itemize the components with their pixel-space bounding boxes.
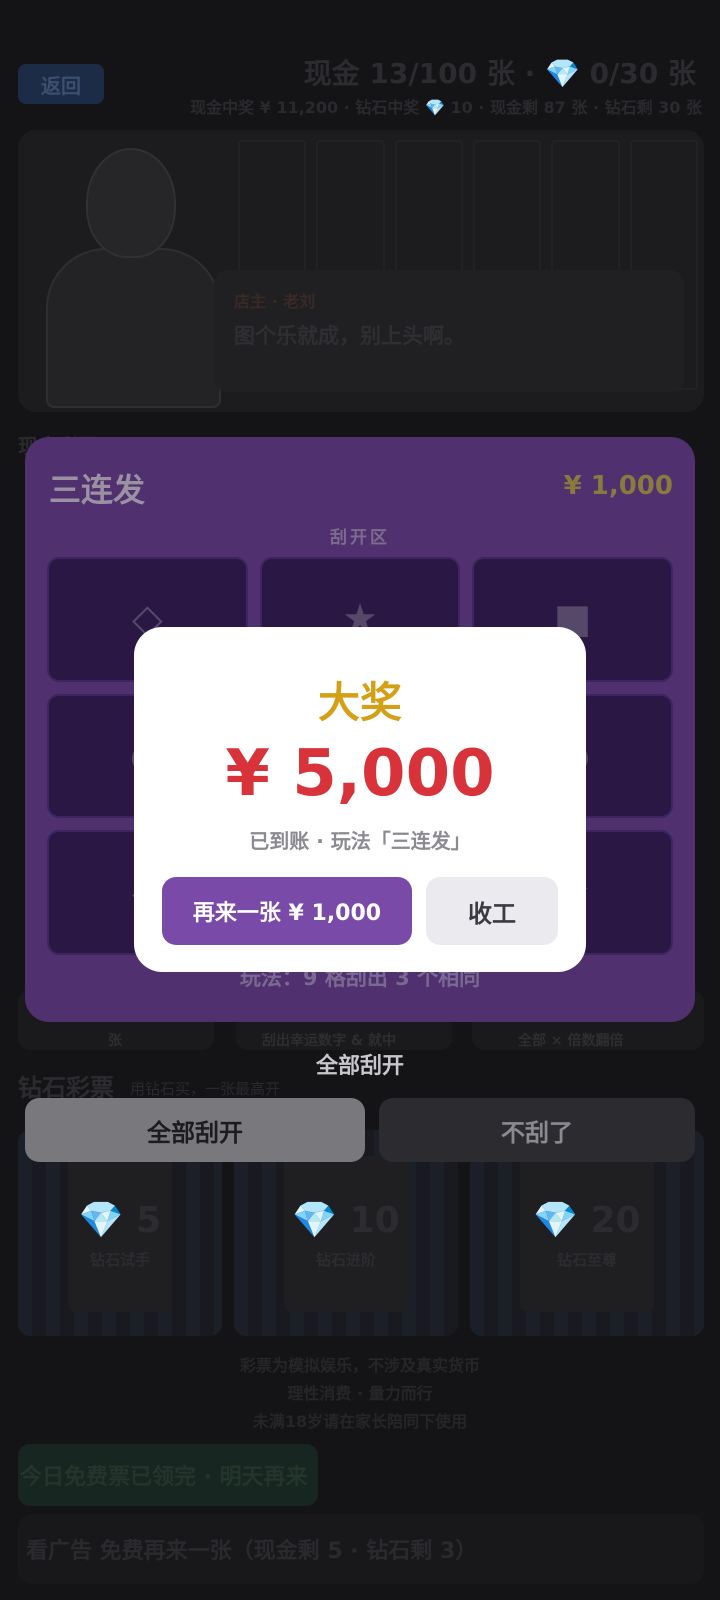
diamond-card-price: 💎 10 xyxy=(292,1199,400,1241)
shopkeeper-speech-bubble: 店主 · 老刘 图个乐就成，别上头啊。 xyxy=(214,270,684,392)
diamond-card-name: 钻石进阶 xyxy=(315,1250,376,1269)
watch-ad-button[interactable]: 看广告 免费再来一张（现金剩 5 · 钻石剩 3） xyxy=(18,1514,704,1584)
buy-again-button[interactable]: 再来一张 ¥ 1,000 xyxy=(162,877,412,945)
diamond-card-price: 💎 20 xyxy=(533,1199,641,1241)
scratch-all-caption: 全部刮开 xyxy=(315,1054,404,1079)
scratch-game-name: 三连发 xyxy=(49,471,146,509)
disclaimer-line-1: 彩票为模拟娱乐，不涉及真实货币 xyxy=(239,1356,480,1375)
quit-button[interactable]: 收工 xyxy=(426,877,558,945)
diamond-section-sub: 用钻石买，一张最高开 xyxy=(130,1080,281,1098)
prize-note: 已到账 · 玩法「三连发」 xyxy=(249,829,471,853)
prize-dialog: 大奖 ¥ 5,000 已到账 · 玩法「三连发」 再来一张 ¥ 1,000 收工 xyxy=(134,627,586,972)
free-ticket-status: 今日免费票已领完 · 明天再来 xyxy=(18,1444,318,1506)
ticket-count-title: 现金 13/100 张 · 💎 0/30 张 xyxy=(303,57,696,90)
diamond-card-name: 钻石至尊 xyxy=(556,1250,617,1269)
shop-hero-banner: 店主 · 老刘 图个乐就成，别上头啊。 xyxy=(18,130,704,412)
scratch-all-button[interactable]: 全部刮开 xyxy=(25,1098,365,1162)
ticket-stats-line: 现金中奖 ¥ 11,200 · 钻石中奖 💎 10 · 现金剩 87 张 · 钻… xyxy=(190,98,702,117)
cash-card-stub-text-1: 张 xyxy=(108,1033,122,1049)
shopkeeper-illustration xyxy=(36,148,226,408)
back-button[interactable]: 返回 xyxy=(18,64,104,104)
scratch-zone-label: 刮开区 xyxy=(330,528,390,548)
shopkeeper-name: 店主 · 老刘 xyxy=(234,292,316,311)
cash-card-stub-text-3: 全部 × 倍数翻倍 xyxy=(518,1033,624,1049)
disclaimer-line-3: 未满18岁请在家长陪同下使用 xyxy=(252,1412,468,1431)
scratch-ticket-price: ¥ 1,000 xyxy=(563,471,673,501)
stop-scratching-button[interactable]: 不刮了 xyxy=(379,1098,695,1162)
diamond-card-name: 钻石试手 xyxy=(89,1250,150,1269)
shopkeeper-speech-text: 图个乐就成，别上头啊。 xyxy=(234,324,465,348)
cash-card-stub-text-2: 刮出幸运数字 & 就中 xyxy=(262,1033,396,1049)
prize-amount: ¥ 5,000 xyxy=(225,737,495,811)
prize-title: 大奖 xyxy=(317,678,402,727)
disclaimer-line-2: 理性消费 · 量力而行 xyxy=(287,1384,433,1403)
diamond-card-price: 💎 5 xyxy=(78,1199,162,1241)
